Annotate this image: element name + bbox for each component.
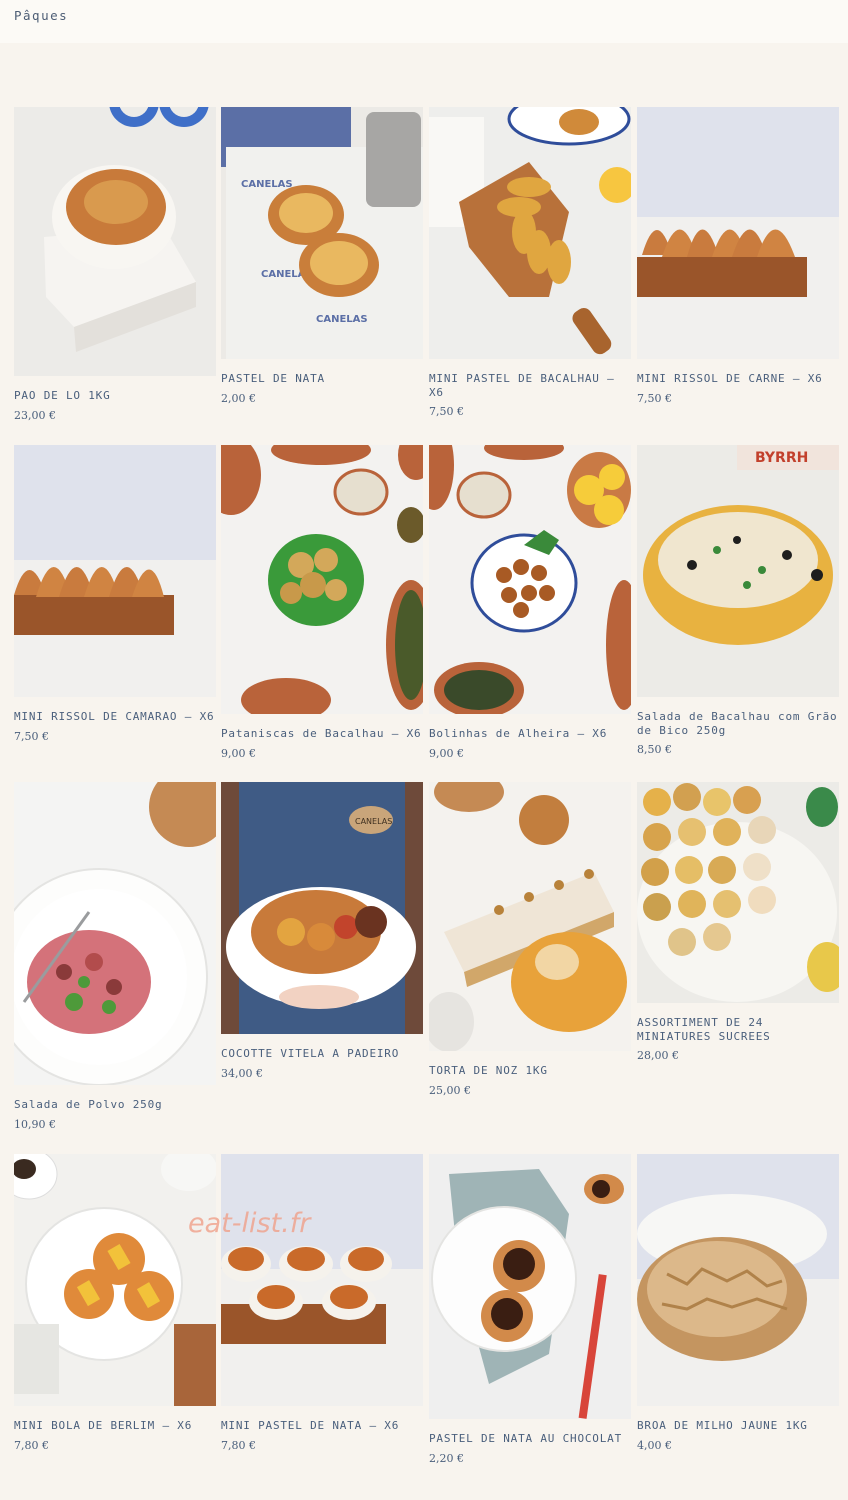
product-card[interactable]: MINI RISSOL DE CARNE – X6 7,50 € (637, 107, 839, 405)
product-name[interactable]: PASTEL DE NATA AU CHOCOLAT (429, 1432, 631, 1446)
page-title: Pâques (14, 8, 69, 23)
product-price: 7,50 € (637, 391, 672, 405)
product-price: 8,50 € (637, 743, 672, 756)
product-price: 25,00 € (429, 1083, 471, 1097)
product-price: 34,00 € (221, 1066, 263, 1080)
product-price: 9,00 € (221, 746, 256, 760)
product-name[interactable]: MINI PASTEL DE BACALHAU – X6 (429, 372, 631, 399)
product-card[interactable]: PASTEL DE NATA AU CHOCOLAT 2,20 € (429, 1154, 631, 1465)
product-image[interactable] (429, 782, 631, 1051)
product-price: 23,00 € (14, 408, 56, 422)
product-name[interactable]: PAO DE LO 1KG (14, 389, 216, 403)
product-card[interactable]: BYRRH Salada de Bacalhau com Grão de Bic… (637, 445, 839, 756)
product-image[interactable] (637, 1154, 839, 1406)
product-card[interactable]: CANELAS COCOTTE VITELA A PADEIRO 34,00 € (221, 782, 423, 1080)
product-card[interactable]: MINI RISSOL DE CAMARAO – X6 7,50 € (14, 445, 216, 743)
product-price: 28,00 € (637, 1049, 679, 1062)
product-card[interactable]: CANELAS CANELAS CANELAS PASTEL DE NATA 2… (221, 107, 423, 405)
product-name[interactable]: ASSORTIMENT DE 24 MINIATURES SUCREES (637, 1016, 839, 1043)
product-price: 7,50 € (14, 729, 49, 743)
product-image[interactable] (221, 445, 423, 714)
product-price: 10,90 € (14, 1117, 56, 1131)
product-image[interactable] (14, 782, 216, 1085)
product-name[interactable]: Salada de Polvo 250g (14, 1098, 216, 1112)
svg-text:CANELAS: CANELAS (316, 314, 368, 325)
product-image[interactable] (429, 445, 631, 714)
product-price: 2,00 € (221, 391, 256, 405)
product-image[interactable]: BYRRH (637, 445, 839, 697)
product-card[interactable]: ASSORTIMENT DE 24 MINIATURES SUCREES 28,… (637, 782, 839, 1062)
product-image[interactable]: CANELAS (221, 782, 423, 1034)
product-name[interactable]: TORTA DE NOZ 1KG (429, 1064, 631, 1078)
product-price: 7,80 € (14, 1438, 49, 1452)
product-price: 9,00 € (429, 746, 464, 760)
watermark-text: eat-list.fr (188, 1208, 311, 1239)
product-card[interactable]: TORTA DE NOZ 1KG 25,00 € (429, 782, 631, 1097)
product-card[interactable]: Salada de Polvo 250g 10,90 € (14, 782, 216, 1131)
product-image[interactable] (637, 782, 839, 1003)
product-card[interactable]: MINI PASTEL DE BACALHAU – X6 7,50 € (429, 107, 631, 418)
top-bar: Pâques (0, 0, 848, 43)
product-card[interactable]: Bolinhas de Alheira – X6 9,00 € (429, 445, 631, 760)
product-price: 7,50 € (429, 405, 464, 418)
product-image[interactable] (637, 107, 839, 359)
product-name[interactable]: MINI PASTEL DE NATA – X6 (221, 1419, 423, 1433)
product-price: 4,00 € (637, 1438, 672, 1452)
product-image[interactable] (14, 1154, 216, 1406)
svg-text:BYRRH: BYRRH (755, 450, 808, 466)
product-card[interactable]: Pataniscas de Bacalhau – X6 9,00 € (221, 445, 423, 760)
product-name[interactable]: COCOTTE VITELA A PADEIRO (221, 1047, 423, 1061)
product-card[interactable]: MINI PASTEL DE NATA – X6 7,80 € (221, 1154, 423, 1452)
svg-text:CANELAS: CANELAS (355, 817, 392, 826)
product-card[interactable]: BROA DE MILHO JAUNE 1KG 4,00 € (637, 1154, 839, 1452)
product-name[interactable]: PASTEL DE NATA (221, 372, 423, 386)
product-name[interactable]: MINI RISSOL DE CARNE – X6 (637, 372, 839, 386)
product-image[interactable] (221, 1154, 423, 1406)
product-name[interactable]: MINI BOLA DE BERLIM – X6 (14, 1419, 216, 1433)
product-image[interactable] (14, 107, 216, 376)
product-image[interactable]: CANELAS CANELAS CANELAS (221, 107, 423, 359)
product-name[interactable]: MINI RISSOL DE CAMARAO – X6 (14, 710, 216, 724)
product-card[interactable]: MINI BOLA DE BERLIM – X6 7,80 € (14, 1154, 216, 1452)
product-card[interactable]: PAO DE LO 1KG 23,00 € (14, 107, 216, 422)
product-price: 2,20 € (429, 1451, 464, 1465)
product-name[interactable]: Pataniscas de Bacalhau – X6 (221, 727, 423, 741)
svg-text:CANELAS: CANELAS (241, 179, 293, 190)
product-image[interactable] (429, 1154, 631, 1419)
product-image[interactable] (429, 107, 631, 359)
product-name[interactable]: Salada de Bacalhau com Grão de Bico 250g (637, 710, 839, 737)
product-name[interactable]: BROA DE MILHO JAUNE 1KG (637, 1419, 839, 1433)
product-image[interactable] (14, 445, 216, 697)
product-name[interactable]: Bolinhas de Alheira – X6 (429, 727, 631, 741)
product-price: 7,80 € (221, 1438, 256, 1452)
